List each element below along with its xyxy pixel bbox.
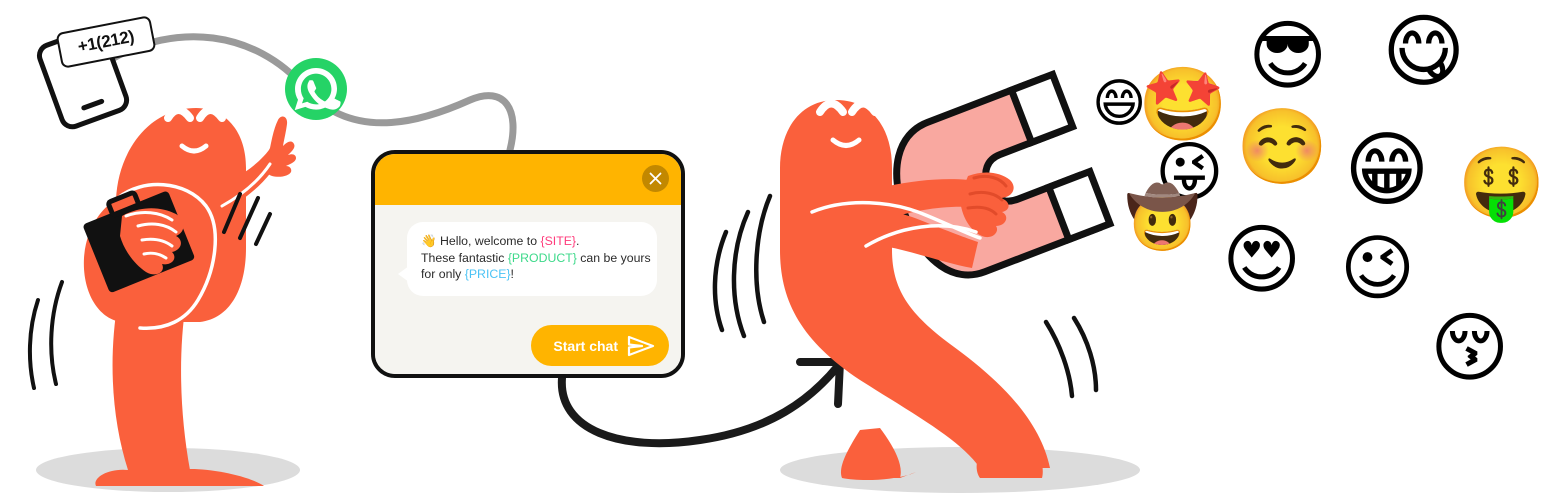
face-savoring-food-icon: 😋 <box>1382 5 1466 98</box>
smiling-face-blush-icon: ☺️ <box>1236 104 1329 190</box>
illustration-canvas: +1(212) 👋 Hello, welcome to {SITE}. Thes… <box>0 0 1544 500</box>
cowboy-hat-face-icon: 🤠 <box>1125 183 1200 253</box>
emoji-cloud: 😄 🤩 😜 🤠 😎 😋 ☺️ 😁 🤑 😍 😉 😚 <box>0 0 1544 500</box>
beaming-face-with-smiling-eyes-icon: 😁 <box>1344 123 1430 218</box>
star-struck-face-icon: 🤩 <box>1138 62 1228 146</box>
smiling-face-with-sunglasses-icon: 😎 <box>1248 11 1328 100</box>
money-mouth-face-icon: 🤑 <box>1458 142 1544 224</box>
winking-face-icon: 😉 <box>1340 226 1416 310</box>
smiling-face-with-heart-eyes-icon: 😍 <box>1222 215 1302 304</box>
kissing-face-closed-eyes-icon: 😚 <box>1430 303 1510 392</box>
